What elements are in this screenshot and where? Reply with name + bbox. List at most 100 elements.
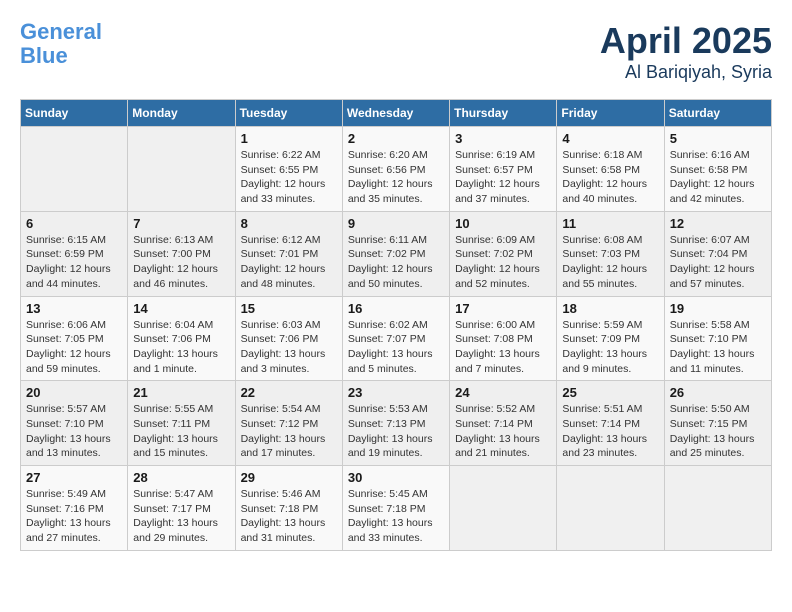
calendar-cell <box>128 127 235 212</box>
day-info: Sunrise: 6:13 AMSunset: 7:00 PMDaylight:… <box>133 233 229 292</box>
logo: General Blue <box>20 20 102 68</box>
calendar-cell: 23Sunrise: 5:53 AMSunset: 7:13 PMDayligh… <box>342 381 449 466</box>
day-number: 24 <box>455 385 551 400</box>
calendar-cell: 29Sunrise: 5:46 AMSunset: 7:18 PMDayligh… <box>235 466 342 551</box>
day-info: Sunrise: 6:19 AMSunset: 6:57 PMDaylight:… <box>455 148 551 207</box>
calendar-week-row: 27 Sunrise: 5:49 AMSunset: 7:16 PMDayligh… <box>21 466 772 551</box>
calendar-cell <box>664 466 771 551</box>
day-info: Sunrise: 6:22 AMSunset: 6:55 PMDaylight:… <box>241 148 337 207</box>
day-info: Sunrise: 5:55 AMSunset: 7:11 PMDaylight:… <box>133 402 229 461</box>
weekday-header: Monday <box>128 100 235 127</box>
day-number: 10 <box>455 216 551 231</box>
weekday-header: Thursday <box>450 100 557 127</box>
day-info: Sunrise: 6:15 AMSunset: 6:59 PMDaylight:… <box>26 233 122 292</box>
calendar-cell: 30Sunrise: 5:45 AMSunset: 7:18 PMDayligh… <box>342 466 449 551</box>
calendar-week-row: 13 Sunrise: 6:06 AMSunset: 7:05 PMDayligh… <box>21 296 772 381</box>
day-number: 27 <box>26 470 122 485</box>
day-number: 3 <box>455 131 551 146</box>
day-number: 20 <box>26 385 122 400</box>
day-info: Sunrise: 6:18 AMSunset: 6:58 PMDaylight:… <box>562 148 658 207</box>
calendar-cell: 7 Sunrise: 6:13 AMSunset: 7:00 PMDaylight… <box>128 211 235 296</box>
calendar-cell: 17 Sunrise: 6:00 AMSunset: 7:08 PMDayligh… <box>450 296 557 381</box>
day-number: 6 <box>26 216 122 231</box>
calendar-cell: 19 Sunrise: 5:58 AMSunset: 7:10 PMDayligh… <box>664 296 771 381</box>
day-info: Sunrise: 6:12 AMSunset: 7:01 PMDaylight:… <box>241 233 337 292</box>
title-block: April 2025 Al Bariqiyah, Syria <box>600 20 772 83</box>
day-info: Sunrise: 6:00 AMSunset: 7:08 PMDaylight:… <box>455 318 551 377</box>
calendar-cell: 10 Sunrise: 6:09 AMSunset: 7:02 PMDayligh… <box>450 211 557 296</box>
day-number: 9 <box>348 216 444 231</box>
calendar-cell: 16 Sunrise: 6:02 AMSunset: 7:07 PMDayligh… <box>342 296 449 381</box>
day-info: Sunrise: 6:08 AMSunset: 7:03 PMDaylight:… <box>562 233 658 292</box>
day-number: 17 <box>455 301 551 316</box>
day-info: Sunrise: 5:47 AMSunset: 7:17 PMDaylight:… <box>133 487 229 546</box>
calendar-week-row: 1 Sunrise: 6:22 AMSunset: 6:55 PMDaylight… <box>21 127 772 212</box>
day-number: 4 <box>562 131 658 146</box>
day-info: Sunrise: 6:11 AMSunset: 7:02 PMDaylight:… <box>348 233 444 292</box>
calendar-week-row: 20 Sunrise: 5:57 AMSunset: 7:10 PMDayligh… <box>21 381 772 466</box>
calendar-title: April 2025 <box>600 20 772 62</box>
day-number: 23 <box>348 385 444 400</box>
calendar-cell: 9 Sunrise: 6:11 AMSunset: 7:02 PMDaylight… <box>342 211 449 296</box>
calendar-cell: 15 Sunrise: 6:03 AMSunset: 7:06 PMDayligh… <box>235 296 342 381</box>
calendar-cell: 28 Sunrise: 5:47 AMSunset: 7:17 PMDayligh… <box>128 466 235 551</box>
day-info: Sunrise: 5:59 AMSunset: 7:09 PMDaylight:… <box>562 318 658 377</box>
day-info: Sunrise: 6:04 AMSunset: 7:06 PMDaylight:… <box>133 318 229 377</box>
weekday-header: Wednesday <box>342 100 449 127</box>
calendar-cell: 18 Sunrise: 5:59 AMSunset: 7:09 PMDayligh… <box>557 296 664 381</box>
day-number: 29 <box>241 470 337 485</box>
day-info: Sunrise: 6:03 AMSunset: 7:06 PMDaylight:… <box>241 318 337 377</box>
day-info: Sunrise: 5:57 AMSunset: 7:10 PMDaylight:… <box>26 402 122 461</box>
day-number: 11 <box>562 216 658 231</box>
calendar-cell: 1 Sunrise: 6:22 AMSunset: 6:55 PMDaylight… <box>235 127 342 212</box>
day-number: 2 <box>348 131 444 146</box>
weekday-header: Saturday <box>664 100 771 127</box>
day-number: 25 <box>562 385 658 400</box>
day-info: Sunrise: 5:54 AMSunset: 7:12 PMDaylight:… <box>241 402 337 461</box>
day-info: Sunrise: 6:06 AMSunset: 7:05 PMDaylight:… <box>26 318 122 377</box>
calendar-cell: 11 Sunrise: 6:08 AMSunset: 7:03 PMDayligh… <box>557 211 664 296</box>
logo-text: General Blue <box>20 20 102 68</box>
day-number: 26 <box>670 385 766 400</box>
day-number: 28 <box>133 470 229 485</box>
logo-blue: Blue <box>20 43 68 68</box>
calendar-cell: 5Sunrise: 6:16 AMSunset: 6:58 PMDaylight… <box>664 127 771 212</box>
day-number: 8 <box>241 216 337 231</box>
day-info: Sunrise: 5:52 AMSunset: 7:14 PMDaylight:… <box>455 402 551 461</box>
calendar-cell: 3 Sunrise: 6:19 AMSunset: 6:57 PMDaylight… <box>450 127 557 212</box>
calendar-cell: 27 Sunrise: 5:49 AMSunset: 7:16 PMDayligh… <box>21 466 128 551</box>
weekday-header: Friday <box>557 100 664 127</box>
day-info: Sunrise: 6:20 AMSunset: 6:56 PMDaylight:… <box>348 148 444 207</box>
day-number: 7 <box>133 216 229 231</box>
day-number: 13 <box>26 301 122 316</box>
day-info: Sunrise: 5:51 AMSunset: 7:14 PMDaylight:… <box>562 402 658 461</box>
day-info: Sunrise: 5:50 AMSunset: 7:15 PMDaylight:… <box>670 402 766 461</box>
day-number: 18 <box>562 301 658 316</box>
calendar-cell: 8 Sunrise: 6:12 AMSunset: 7:01 PMDaylight… <box>235 211 342 296</box>
day-info: Sunrise: 5:58 AMSunset: 7:10 PMDaylight:… <box>670 318 766 377</box>
calendar-cell: 14Sunrise: 6:04 AMSunset: 7:06 PMDayligh… <box>128 296 235 381</box>
calendar-cell: 13 Sunrise: 6:06 AMSunset: 7:05 PMDayligh… <box>21 296 128 381</box>
calendar-cell: 4 Sunrise: 6:18 AMSunset: 6:58 PMDaylight… <box>557 127 664 212</box>
weekday-header-row: SundayMondayTuesdayWednesdayThursdayFrid… <box>21 100 772 127</box>
day-number: 19 <box>670 301 766 316</box>
calendar-cell: 26 Sunrise: 5:50 AMSunset: 7:15 PMDayligh… <box>664 381 771 466</box>
calendar-subtitle: Al Bariqiyah, Syria <box>600 62 772 83</box>
logo-general: General <box>20 19 102 44</box>
day-info: Sunrise: 6:02 AMSunset: 7:07 PMDaylight:… <box>348 318 444 377</box>
calendar-cell: 24 Sunrise: 5:52 AMSunset: 7:14 PMDayligh… <box>450 381 557 466</box>
weekday-header: Sunday <box>21 100 128 127</box>
day-info: Sunrise: 5:49 AMSunset: 7:16 PMDaylight:… <box>26 487 122 546</box>
day-number: 16 <box>348 301 444 316</box>
calendar-cell: 2 Sunrise: 6:20 AMSunset: 6:56 PMDaylight… <box>342 127 449 212</box>
calendar-cell <box>450 466 557 551</box>
calendar-cell: 20 Sunrise: 5:57 AMSunset: 7:10 PMDayligh… <box>21 381 128 466</box>
day-number: 22 <box>241 385 337 400</box>
weekday-header: Tuesday <box>235 100 342 127</box>
day-info: Sunrise: 6:09 AMSunset: 7:02 PMDaylight:… <box>455 233 551 292</box>
day-number: 1 <box>241 131 337 146</box>
calendar-table: SundayMondayTuesdayWednesdayThursdayFrid… <box>20 99 772 551</box>
day-number: 30 <box>348 470 444 485</box>
day-number: 15 <box>241 301 337 316</box>
calendar-cell: 21Sunrise: 5:55 AMSunset: 7:11 PMDayligh… <box>128 381 235 466</box>
